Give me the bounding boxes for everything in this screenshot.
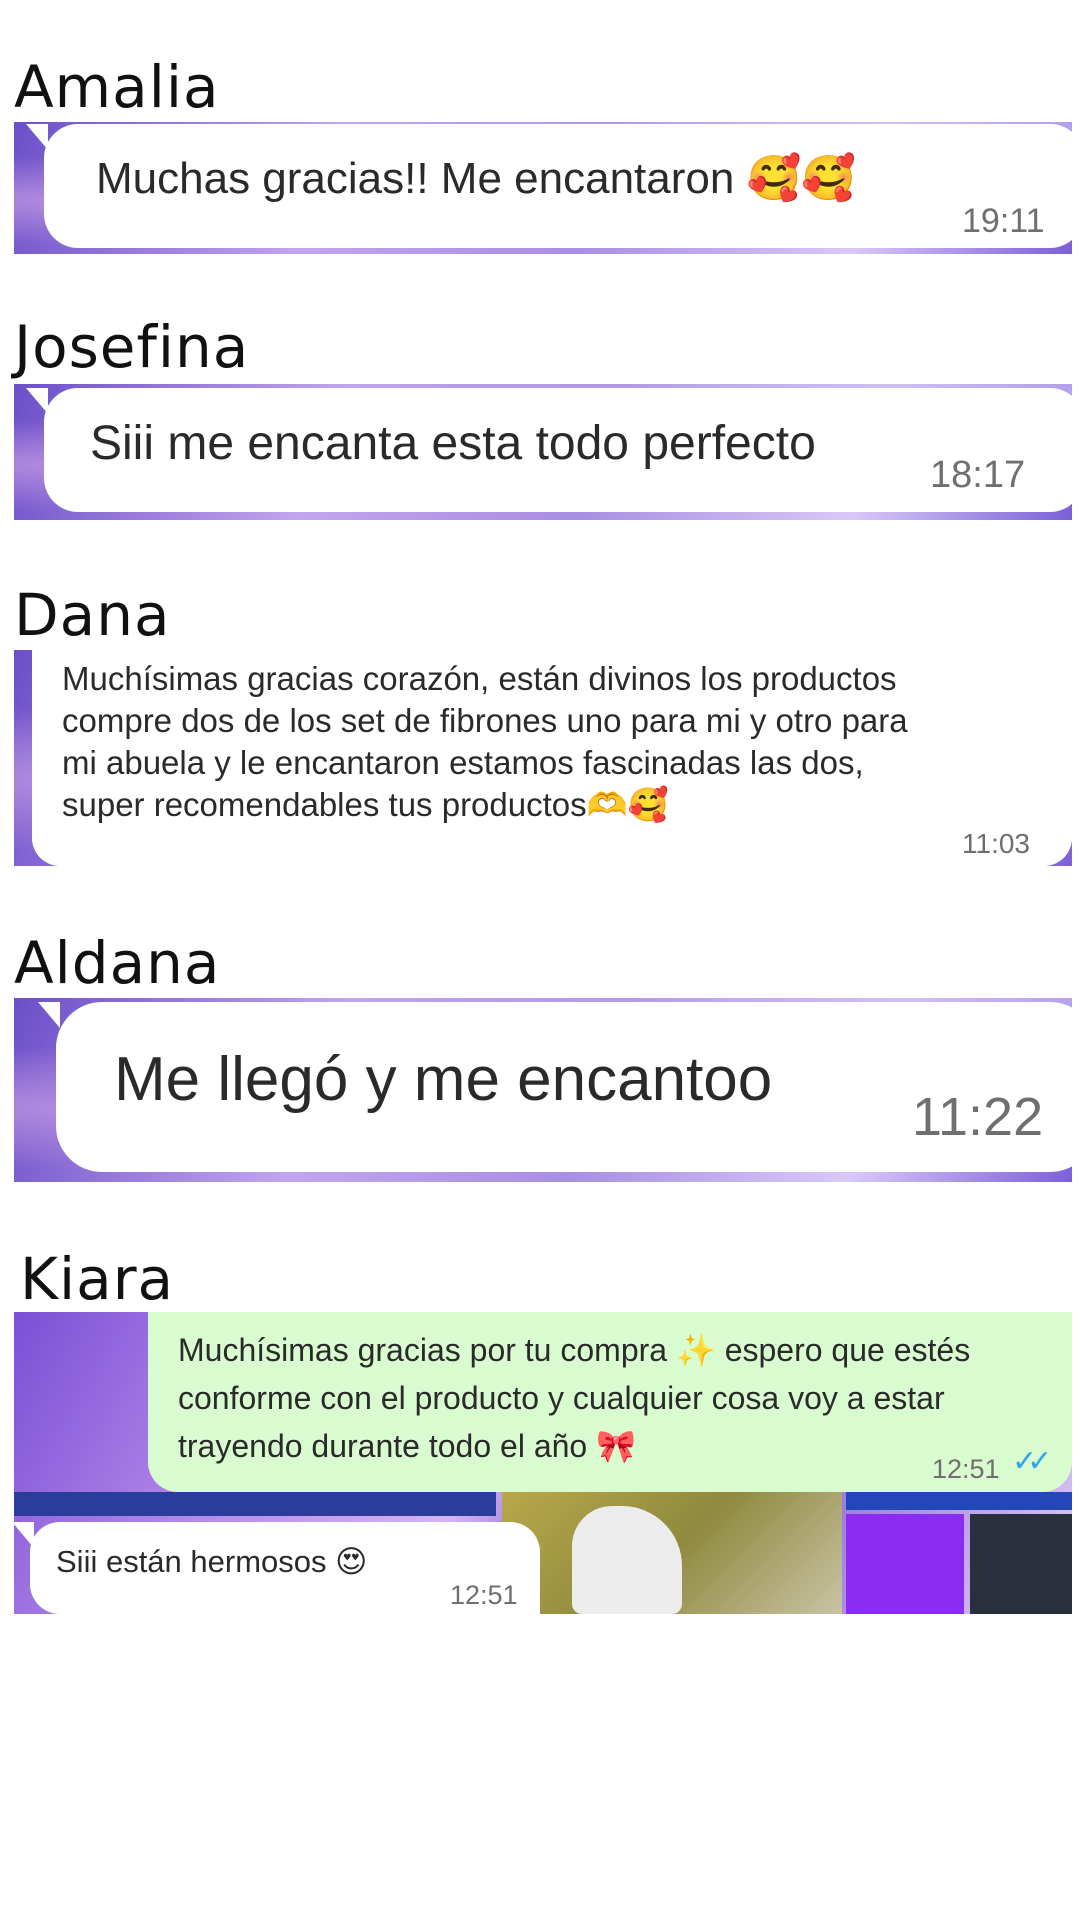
reply-message-bubble: Siii están hermosos 😍 12:51 [14,1522,540,1614]
heart-eyes-emoji-icon: 😍 [335,1544,368,1580]
wallpaper-tile-violet [846,1514,964,1614]
message-time: 18:17 [930,454,1026,496]
message-text: Muchas gracias!! Me encantaron 🥰🥰 [96,153,857,204]
message-text: Me llegó y me encantoo [114,1045,773,1114]
message-bubble-josefina: Siii me encanta esta todo perfecto 18:17 [26,388,1072,512]
sparkles-emoji-icon: ✨ [675,1331,716,1369]
message-bubble-dana: Muchísimas gracias corazón, están divino… [32,650,1072,866]
wallpaper-tile-blue [14,1492,496,1516]
review-name-josefina: Josefina [14,313,250,381]
review-card-josefina: Siii me encanta esta todo perfecto 18:17 [14,384,1072,520]
message-time: 11:22 [912,1087,1044,1147]
sneaker-shape [572,1506,682,1614]
ribbon-bow-emoji-icon: 🎀 [596,1427,636,1465]
outgoing-message-bubble: Muchísimas gracias por tu compra ✨ esper… [148,1312,1072,1492]
wallpaper-tile-photo [502,1490,842,1614]
message-text: Muchísimas gracias corazón, están divino… [62,660,908,824]
message-time: 11:03 [962,828,1030,859]
review-name-dana: Dana [14,581,171,649]
message-time: 19:11 [962,202,1045,240]
review-name-amalia: Amalia [14,53,220,121]
review-card-kiara: Muchísimas gracias por tu compra ✨ esper… [14,1312,1072,1614]
heart-hands-emoji-icon: 🫶🥰 [586,785,669,824]
outgoing-message-text: Muchísimas gracias por tu compra ✨ esper… [178,1331,971,1465]
review-card-aldana: Me llegó y me encantoo 11:22 [14,998,1072,1182]
review-card-dana: Muchísimas gracias corazón, están divino… [14,650,1072,866]
message-text: Siii me encanta esta todo perfecto [90,417,816,470]
review-name-aldana: Aldana [14,929,221,997]
message-bubble-amalia: Muchas gracias!! Me encantaron 🥰🥰 19:11 [26,124,1072,248]
review-card-amalia: Muchas gracias!! Me encantaron 🥰🥰 19:11 [14,122,1072,254]
smiling-hearts-emoji-icon: 🥰🥰 [746,153,857,204]
wallpaper-tile-strip [846,1492,1072,1510]
message-bubble-aldana: Me llegó y me encantoo 11:22 [38,1002,1072,1172]
wallpaper-tile-dark [970,1514,1072,1614]
double-check-read-icon: ✓✓ [1012,1445,1052,1478]
reply-message-text: Siii están hermosos 😍 [56,1544,368,1580]
review-name-kiara: Kiara [20,1245,175,1313]
reply-message-time: 12:51 [450,1580,518,1610]
outgoing-message-time: 12:51 [932,1454,1000,1484]
